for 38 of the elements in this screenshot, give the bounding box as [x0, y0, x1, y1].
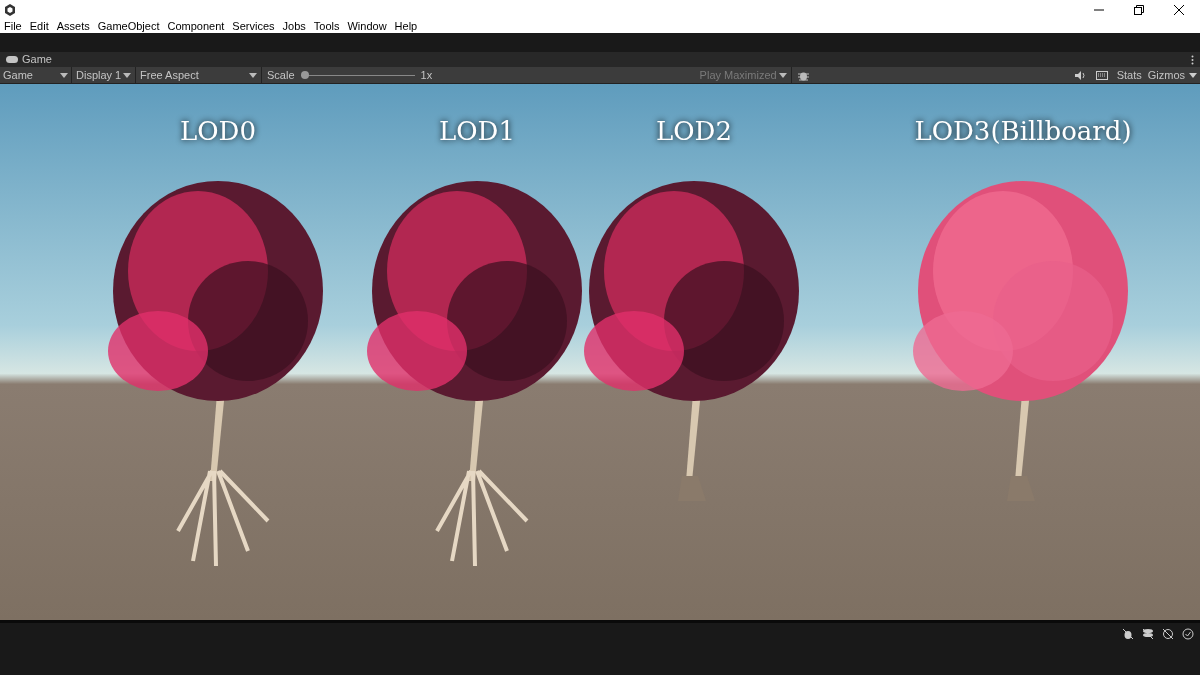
target-off-icon[interactable] — [1162, 628, 1174, 640]
menu-item[interactable]: Window — [347, 21, 387, 32]
menu-item[interactable]: File — [4, 21, 22, 32]
stack-off-icon[interactable] — [1142, 628, 1154, 640]
restore-icon[interactable] — [1134, 5, 1144, 15]
close-icon[interactable] — [1174, 5, 1184, 15]
gizmos-button[interactable]: Gizmos — [1144, 66, 1189, 84]
scale-label: Scale — [267, 67, 295, 83]
menu-item[interactable]: Tools — [313, 21, 340, 32]
display-dropdown[interactable]: Display 1 — [72, 67, 136, 83]
check-circle-icon[interactable] — [1182, 628, 1194, 640]
caret-icon — [123, 72, 131, 78]
menu-item[interactable]: Services — [232, 21, 275, 32]
game-tab[interactable]: Game — [6, 51, 52, 68]
menu-item[interactable]: Assets — [56, 21, 90, 32]
bug-off-icon[interactable] — [1122, 628, 1134, 640]
lod-label: LOD0 — [180, 115, 256, 148]
menu-item[interactable]: Help — [394, 21, 418, 32]
app-logo-icon — [4, 4, 16, 16]
aspect-dropdown[interactable]: Free Aspect — [136, 67, 262, 83]
keyboard-icon[interactable] — [1095, 70, 1108, 80]
menu-item[interactable]: GameObject — [97, 21, 160, 32]
lod-label: LOD2 — [656, 115, 732, 148]
view-dropdown[interactable]: Game — [0, 67, 72, 83]
caret-icon — [249, 72, 257, 78]
menu-item[interactable]: Component — [167, 21, 225, 32]
lod-label: LOD3(Billboard) — [914, 115, 1132, 148]
speaker-icon[interactable] — [1074, 70, 1086, 80]
caret-icon — [60, 72, 68, 78]
caret-icon[interactable] — [1189, 72, 1197, 78]
scale-slider-thumb[interactable] — [300, 71, 309, 79]
scale-reading: 1x — [420, 67, 433, 83]
more-options-icon[interactable] — [1191, 54, 1194, 65]
caret-icon — [778, 72, 787, 78]
stats-button[interactable]: Stats — [1113, 66, 1145, 84]
lod-label: LOD1 — [439, 115, 515, 148]
menu-item[interactable]: Jobs — [282, 21, 306, 32]
menu-item[interactable]: Edit — [29, 21, 49, 32]
